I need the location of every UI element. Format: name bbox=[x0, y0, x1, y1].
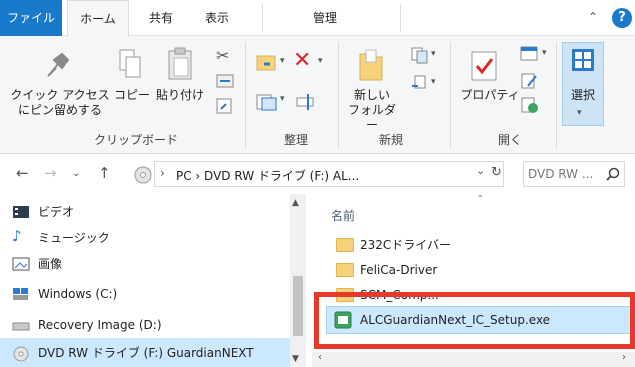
scroll-left-icon[interactable]: ‹ bbox=[318, 352, 322, 363]
tab-file[interactable]: ファイル bbox=[0, 0, 62, 36]
tab-manage[interactable]: 管理 bbox=[300, 0, 350, 36]
open-icon[interactable] bbox=[520, 46, 540, 62]
scroll-right-icon[interactable]: › bbox=[622, 352, 626, 363]
group-divider bbox=[338, 42, 339, 148]
navigation-pane: ビデオ ♪ ミュージック 画像 Windows (C:) Recovery Im… bbox=[0, 194, 310, 367]
up-icon[interactable]: ↑ bbox=[98, 164, 111, 182]
breadcrumb-separator-icon: › bbox=[160, 166, 165, 180]
new-folder-label-2: フォルダー bbox=[347, 103, 396, 132]
file-item[interactable]: FeliCa-Driver bbox=[360, 259, 437, 281]
paste-icon bbox=[168, 47, 192, 80]
highlight-box bbox=[314, 292, 635, 349]
tab-home[interactable]: ホーム bbox=[67, 0, 129, 37]
select-dropdown-icon[interactable]: ▾ bbox=[577, 108, 582, 118]
nav-item-music[interactable]: ミュージック bbox=[38, 226, 110, 250]
group-divider bbox=[556, 42, 557, 148]
select-label: 選択 bbox=[570, 88, 595, 102]
tab-view[interactable]: 表示 bbox=[192, 0, 242, 36]
new-item-icon[interactable] bbox=[410, 46, 430, 64]
group-divider bbox=[245, 42, 246, 148]
search-icon[interactable] bbox=[606, 167, 620, 181]
nav-item-dvd-f[interactable]: DVD RW ドライブ (F:) GuardianNEXT bbox=[38, 341, 254, 365]
windows-drive-icon bbox=[13, 288, 28, 300]
properties-button[interactable]: プロパティ bbox=[460, 88, 520, 103]
cut-icon[interactable]: ✂ bbox=[216, 46, 229, 65]
open-group-label: 開く bbox=[497, 133, 522, 147]
address-dropdown-icon[interactable]: ⌄ bbox=[476, 164, 485, 177]
ribbon-collapse-icon[interactable]: ⌃ bbox=[588, 10, 598, 24]
new-folder-button[interactable]: 新しい フォルダー bbox=[344, 88, 400, 133]
help-icon[interactable]: ? bbox=[612, 8, 632, 28]
copy-to-icon[interactable] bbox=[256, 92, 282, 112]
ribbon: クイック アクセス にピン留めする コピー 貼り付け ✂ クリップボード ▾ ✕… bbox=[0, 36, 635, 154]
copy-path-icon[interactable] bbox=[216, 74, 234, 88]
organize-group-label: 整理 bbox=[283, 133, 308, 147]
address-row: ← → ⌄ ↑ › PC › DVD RW ドライブ (F:) AL... ⌄ … bbox=[0, 154, 635, 194]
group-divider bbox=[450, 42, 451, 148]
column-header-name[interactable]: 名前 bbox=[331, 207, 355, 224]
new-item-dropdown-icon[interactable]: ▾ bbox=[431, 49, 436, 59]
scroll-up-icon[interactable]: ▲ bbox=[292, 198, 299, 208]
select-icon bbox=[572, 49, 594, 71]
dvd-drive-icon bbox=[13, 346, 29, 362]
move-to-icon[interactable] bbox=[256, 52, 282, 74]
nav-item-videos[interactable]: ビデオ bbox=[38, 200, 74, 224]
tab-share[interactable]: 共有 bbox=[136, 0, 186, 36]
pin-to-quick-access-button[interactable]: クイック アクセス にピン留めする bbox=[6, 88, 114, 118]
drive-icon bbox=[12, 322, 30, 331]
scroll-down-icon[interactable]: ▼ bbox=[292, 354, 299, 364]
back-icon[interactable]: ← bbox=[16, 164, 29, 182]
refresh-icon[interactable]: ↻ bbox=[491, 165, 502, 180]
properties-icon bbox=[471, 51, 497, 81]
move-dropdown-icon[interactable]: ▾ bbox=[280, 56, 285, 66]
pin-icon bbox=[47, 52, 70, 77]
new-group-label: 新規 bbox=[378, 133, 403, 147]
copy-icon bbox=[119, 49, 141, 78]
delete-icon[interactable]: ✕ bbox=[293, 48, 311, 73]
pin-label-1: クイック アクセス bbox=[10, 88, 110, 102]
rename-icon[interactable] bbox=[296, 92, 318, 112]
tab-divider bbox=[400, 4, 401, 32]
pin-label-2: にピン留めする bbox=[17, 103, 102, 117]
new-folder-label-1: 新しい bbox=[353, 88, 390, 102]
paste-shortcut-icon[interactable] bbox=[216, 98, 234, 114]
forward-icon[interactable]: → bbox=[44, 164, 57, 182]
nav-item-pictures[interactable]: 画像 bbox=[38, 252, 62, 276]
pictures-icon bbox=[12, 257, 30, 271]
sort-indicator-icon: ⌃ bbox=[476, 194, 485, 205]
nav-item-windows-c[interactable]: Windows (C:) bbox=[38, 282, 117, 306]
paste-button[interactable]: 貼り付け bbox=[152, 88, 208, 103]
music-icon: ♪ bbox=[12, 227, 22, 245]
tab-divider bbox=[262, 4, 263, 32]
nav-scrollbar-thumb[interactable] bbox=[293, 276, 303, 336]
folder-icon bbox=[336, 263, 354, 277]
recent-locations-icon[interactable]: ⌄ bbox=[72, 168, 80, 179]
videos-icon bbox=[13, 206, 29, 218]
clipboard-group-label: クリップボード bbox=[93, 133, 178, 147]
delete-dropdown-icon[interactable]: ▾ bbox=[318, 56, 323, 66]
open-dropdown-icon[interactable]: ▾ bbox=[542, 48, 547, 58]
dvd-drive-icon bbox=[134, 166, 152, 184]
nav-item-recovery-d[interactable]: Recovery Image (D:) bbox=[38, 313, 162, 337]
edit-icon[interactable] bbox=[520, 72, 540, 90]
file-list-hscrollbar[interactable] bbox=[312, 352, 635, 367]
ribbon-tab-bar: ファイル ホーム 共有 表示 管理 ⌃ ? bbox=[0, 0, 635, 37]
folder-icon bbox=[336, 238, 354, 252]
breadcrumb[interactable]: PC › DVD RW ドライブ (F:) AL... bbox=[176, 167, 359, 184]
history-icon[interactable] bbox=[520, 96, 540, 114]
copy-button[interactable]: コピー bbox=[114, 88, 150, 103]
search-placeholder: DVD RW ... bbox=[528, 167, 594, 181]
easy-access-icon[interactable] bbox=[410, 74, 430, 92]
file-item[interactable]: 232Cドライバー bbox=[360, 234, 451, 256]
easy-access-dropdown-icon[interactable]: ▾ bbox=[431, 77, 436, 87]
new-folder-icon bbox=[359, 49, 383, 81]
copy-to-dropdown-icon[interactable]: ▾ bbox=[280, 94, 285, 104]
